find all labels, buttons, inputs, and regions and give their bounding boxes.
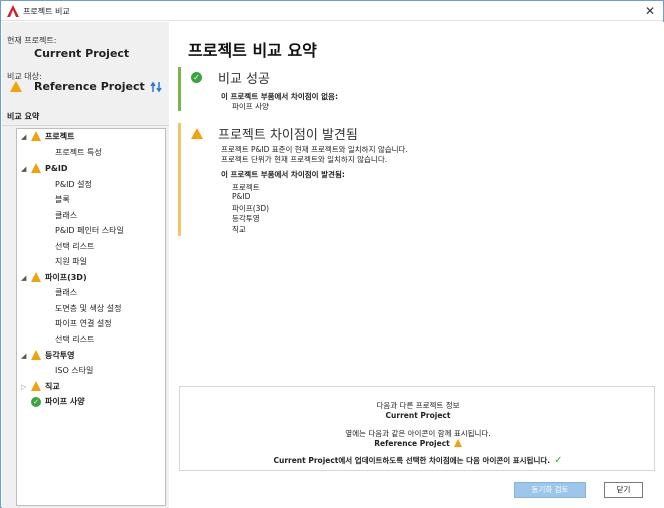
check-icon: ✓ [554,455,563,466]
no-diff-item: 파이프 사양 [232,102,269,111]
info-box: 다음과 다른 프로젝트 정보 Current Project 옆에는 다음과 같… [179,386,655,471]
info-line: 다음과 다른 프로젝트 정보 [376,401,460,410]
compare-window: 프로젝트 비교 ✕ 현재 프로젝트: Current Project 비교 대상… [0,0,664,508]
collapse-icon[interactable]: ◢ [21,130,29,144]
reference-project-name: Reference Project [34,80,145,93]
current-project-label: 현재 프로젝트: [7,36,57,45]
diff-item: 등각투영 [232,214,260,223]
warning-icon [31,163,41,173]
tree-node-label: 파이프 사양 [45,397,85,406]
diff-found-label: 이 프로젝트 부품에서 차이점이 발견됨: [221,170,345,179]
tree-item[interactable]: 클래스 [55,209,77,223]
check-icon: ✓ [191,72,202,83]
tree-item[interactable]: 블록 [55,193,70,207]
main-panel: 프로젝트 비교 요약 ✓ 비교 성공 이 프로젝트 부품에서 차이점이 없음: … [169,22,664,508]
tree-node-label: 파이프(3D) [45,273,87,282]
summary-tree[interactable]: ◢ 프로젝트 프로젝트 특성 ◢ P&ID P&ID 설정 블록 클래스 P&I… [16,128,166,506]
divider [2,125,169,126]
tree-node-label: 등각투영 [45,351,75,360]
info-line: 옆에는 다음과 같은 아이콘이 함께 표시됩니다. [345,429,491,438]
warning-icon [453,439,462,447]
diff-title: 프로젝트 차이점이 발견됨 [218,128,358,143]
info-line-reference: Reference Project [180,439,656,448]
window-title: 프로젝트 비교 [23,7,70,16]
summary-label: 비교 요약 [7,112,40,121]
tree-node-label: 프로젝트 [45,132,75,141]
tree-item[interactable]: 도면층 및 색상 설정 [55,302,122,316]
tree-item[interactable]: 지원 파일 [55,255,87,269]
title-bar: 프로젝트 비교 ✕ [1,1,663,21]
page-title: 프로젝트 비교 요약 [188,41,317,60]
collapse-icon[interactable]: ◢ [21,271,29,285]
warning-icon [31,131,41,141]
warning-accent-bar [178,123,181,236]
tree-item[interactable]: P&ID 페인터 스타일 [55,224,124,238]
collapse-icon[interactable]: ◢ [21,162,29,176]
tree-node-label: 직교 [45,382,60,391]
close-button[interactable]: 닫기 [604,482,643,498]
tree-node-label: P&ID [45,164,68,173]
tree-item[interactable]: 선택 리스트 [55,240,94,254]
swap-icon[interactable] [150,81,162,93]
app-logo-icon [7,5,19,17]
tree-item[interactable]: 선택 리스트 [55,333,94,347]
left-panel: 현재 프로젝트: Current Project 비교 대상: Referenc… [2,22,169,508]
current-project-name: Current Project [34,47,130,60]
info-line-update: Current Project에서 업데이트하도록 선택한 차이점에는 다음 아… [180,455,656,466]
close-icon[interactable]: ✕ [643,4,657,18]
success-accent-bar [178,67,181,111]
reference-project-text: Reference Project [374,439,450,448]
tree-item[interactable]: 파이프 연결 설정 [55,317,112,331]
tree-item[interactable]: 클래스 [55,286,77,300]
warning-icon [191,128,203,139]
warning-icon [31,381,41,391]
review-sync-button[interactable]: 동기화 검토 [514,482,586,498]
check-icon: ✓ [31,397,41,407]
collapse-icon[interactable]: ◢ [21,349,29,363]
update-note-text: Current Project에서 업데이트하도록 선택한 차이점에는 다음 아… [273,456,551,465]
info-line: Current Project [385,411,451,420]
warning-icon [31,350,41,360]
warning-icon [10,81,22,92]
diff-item: 직교 [232,225,246,234]
diff-message-2: 프로젝트 단위가 현재 프로젝트와 일치하지 않습니다. [221,155,388,164]
warning-icon [31,272,41,282]
expand-icon[interactable]: ▷ [21,380,29,394]
tree-item[interactable]: ISO 스타일 [55,364,93,378]
diff-item: P&ID [232,192,251,201]
success-title: 비교 성공 [218,72,270,87]
tree-item[interactable]: P&ID 설정 [55,178,92,192]
tree-item[interactable]: 프로젝트 특성 [55,146,102,160]
